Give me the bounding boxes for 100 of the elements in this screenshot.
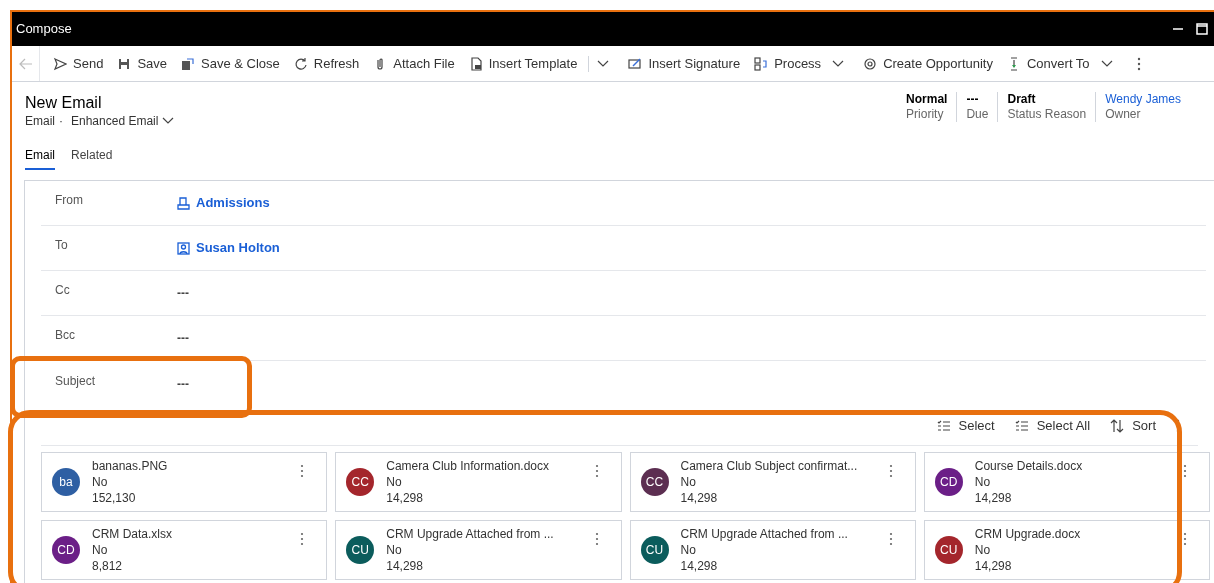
avatar-initials: CD — [934, 468, 963, 496]
lookup-link[interactable]: Susan Holton — [177, 238, 280, 258]
avatar-initials: CC — [640, 468, 669, 496]
more-icon[interactable] — [594, 532, 599, 546]
file-size: 14,298 — [680, 490, 718, 506]
toolbar-button[interactable]: Insert Signature — [621, 53, 748, 74]
form-label: Subject — [54, 372, 97, 390]
more-icon[interactable] — [300, 532, 305, 546]
back-arrow-icon[interactable] — [18, 57, 33, 70]
file-name: Camera Club Subject confirmat... — [680, 458, 858, 474]
form-selector[interactable]: Enhanced Email — [71, 112, 175, 130]
field-label: Priority — [906, 107, 945, 122]
caret-icon — [597, 59, 610, 68]
more-icon[interactable] — [594, 464, 599, 478]
avatar-initials: CD — [52, 536, 80, 564]
gear-icon — [863, 56, 878, 71]
field-value: Draft — [1007, 92, 1037, 107]
file-size: 14,298 — [974, 558, 1012, 574]
toolbar-button[interactable]: Save & Close — [174, 53, 287, 74]
field-label: Owner — [1105, 107, 1142, 122]
file-size: 14,298 — [386, 490, 423, 506]
file-size: 14,298 — [386, 558, 423, 574]
form-label: From — [54, 192, 84, 209]
tab[interactable]: Related — [71, 146, 113, 170]
toolbar-button[interactable]: Create Opportunity — [856, 53, 1000, 74]
toolbar-button[interactable]: Save — [110, 53, 174, 74]
sort-icon — [1110, 418, 1125, 433]
toolbar-button[interactable]: Insert Template — [461, 53, 585, 74]
attachment-card[interactable]: CD CRM Data.xlsx No 8,812 — [41, 520, 328, 580]
attachment-card[interactable]: CD Course Details.docx No 14,298 — [923, 452, 1210, 512]
more-icon[interactable] — [1183, 532, 1187, 546]
queue-icon — [177, 196, 190, 210]
send-icon — [53, 56, 67, 71]
separator-dot: · — [59, 113, 63, 130]
toolbar-button[interactable]: Send — [46, 53, 111, 74]
entity-name: Email — [25, 113, 55, 130]
owner-link[interactable]: Wendy James — [1105, 92, 1181, 107]
contact-icon — [177, 241, 190, 255]
flag-text: No — [92, 542, 108, 558]
grid-command-button[interactable]: Select — [936, 415, 995, 436]
avatar-initials: CU — [640, 536, 669, 564]
file-size: 8,812 — [92, 558, 123, 574]
file-name: CRM Upgrade.docx — [974, 526, 1081, 542]
attachment-card[interactable]: CU CRM Upgrade Attached from ... No 14,298 — [335, 520, 622, 580]
lookup-link[interactable]: Admissions — [177, 193, 270, 213]
maximize-icon[interactable] — [1196, 23, 1208, 35]
form-label: Bcc — [54, 327, 76, 344]
file-name: Camera Club Information.docx — [386, 458, 549, 474]
field-label: Due — [966, 107, 989, 122]
field-value[interactable]: --- — [177, 329, 189, 347]
flag-text: No — [974, 542, 991, 558]
grid-command-button[interactable]: Select All — [1014, 415, 1091, 436]
more-icon[interactable] — [1183, 464, 1187, 478]
more-icon[interactable] — [300, 464, 305, 478]
save-close-icon — [181, 56, 195, 71]
field-value: --- — [966, 92, 980, 107]
checklist-icon — [1014, 418, 1029, 433]
attachment-card[interactable]: CC Camera Club Information.docx No 14,298 — [335, 452, 622, 512]
caret-icon — [162, 117, 175, 125]
signature-icon — [628, 56, 643, 71]
toolbar-button[interactable]: Convert To — [999, 53, 1097, 74]
attachment-card[interactable]: CU CRM Upgrade.docx No 14,298 — [923, 520, 1210, 580]
window-title: Compose — [16, 20, 72, 39]
attachment-card[interactable]: CC Camera Club Subject confirmat... No 14,298 — [629, 452, 916, 512]
flag-text: No — [680, 542, 696, 558]
toolbar-button[interactable]: Refresh — [286, 53, 367, 74]
avatar-initials: CU — [346, 536, 375, 564]
flag-text: No — [974, 474, 991, 490]
process-icon — [754, 56, 769, 71]
file-name: CRM Data.xlsx — [92, 526, 172, 542]
field-value[interactable]: --- — [177, 284, 189, 302]
checklist-icon — [936, 418, 951, 433]
caret-icon — [1100, 59, 1113, 68]
field-value: Normal — [906, 92, 948, 107]
more-icon[interactable] — [888, 464, 893, 478]
toolbar-button[interactable]: Process — [747, 53, 829, 74]
attachment-card[interactable]: CU CRM Upgrade Attached from ... No 14,298 — [629, 520, 916, 580]
file-size: 14,298 — [974, 490, 1012, 506]
toolbar-button[interactable]: Attach File — [366, 53, 462, 74]
avatar-initials: CC — [346, 468, 375, 496]
flag-text: No — [386, 474, 402, 490]
avatar-initials: ba — [52, 468, 80, 496]
refresh-icon — [293, 56, 308, 71]
attachment-card[interactable]: ba bananas.PNG No 152,130 — [41, 452, 328, 512]
more-icon[interactable] — [1136, 56, 1141, 71]
caret-icon — [832, 59, 845, 68]
template-icon — [468, 56, 483, 71]
field-label: Status Reason — [1007, 107, 1087, 122]
tab[interactable]: Email — [25, 146, 55, 170]
avatar-initials: CU — [934, 536, 963, 564]
grid-command-button[interactable]: Sort — [1110, 415, 1156, 436]
file-name: CRM Upgrade Attached from ... — [386, 526, 554, 542]
file-name: CRM Upgrade Attached from ... — [680, 526, 848, 542]
record-title: New Email — [25, 94, 103, 112]
more-icon[interactable] — [888, 532, 893, 546]
form-label: Cc — [54, 282, 71, 299]
flag-text: No — [386, 542, 402, 558]
file-size: 14,298 — [680, 558, 718, 574]
field-value[interactable]: --- — [177, 374, 189, 393]
flag-text: No — [680, 474, 696, 490]
